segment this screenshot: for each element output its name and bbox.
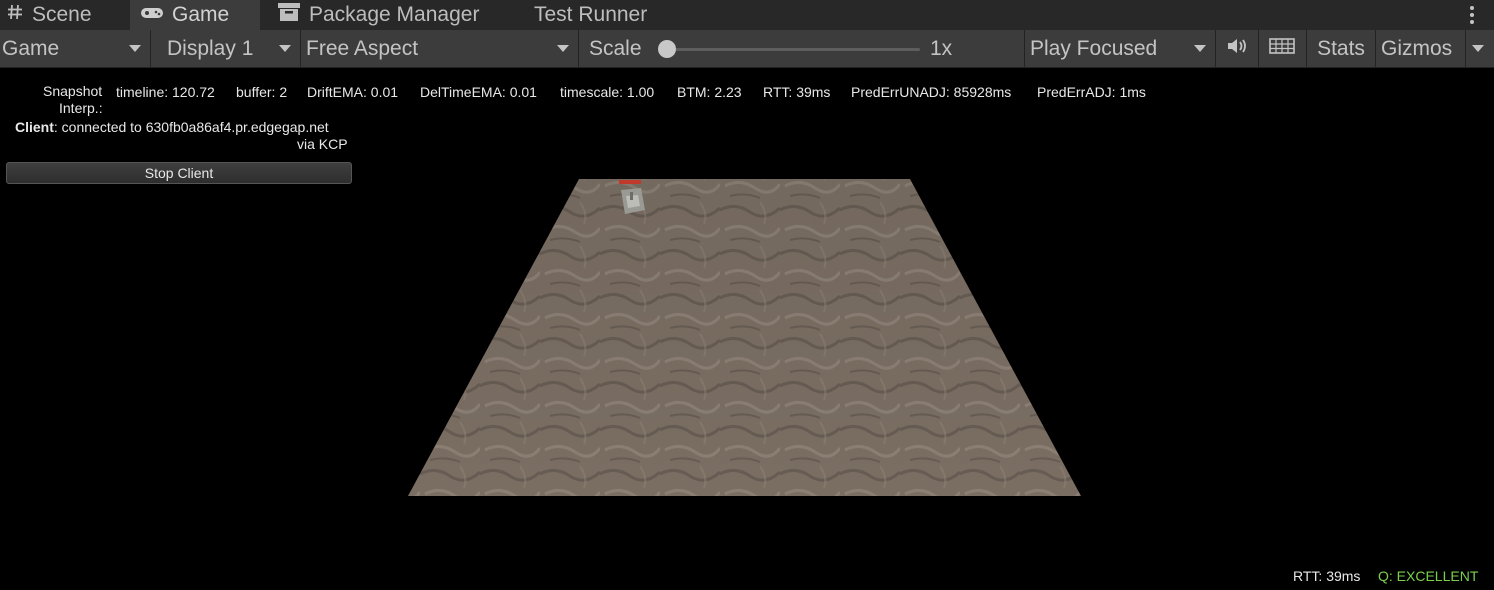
tab-game[interactable]: Game bbox=[130, 0, 260, 30]
gamepad-icon bbox=[140, 3, 164, 27]
toolbar-divider bbox=[150, 30, 151, 67]
view-mode-label: Game bbox=[2, 36, 60, 60]
mute-audio-button[interactable] bbox=[1216, 30, 1258, 67]
toolbar-divider bbox=[1465, 30, 1466, 67]
gizmos-label: Gizmos bbox=[1381, 36, 1453, 60]
stat-pred-err-unadj: PredErrUNADJ: 85928ms bbox=[851, 84, 1012, 100]
scale-label: Scale bbox=[589, 36, 642, 60]
stat-drift-ema: DriftEMA: 0.01 bbox=[307, 84, 399, 100]
stat-timeline: timeline: 120.72 bbox=[116, 84, 215, 100]
stop-client-button[interactable]: Stop Client bbox=[6, 162, 352, 184]
snapshot-label-line2: Interp.: bbox=[59, 100, 103, 116]
chevron-down-icon bbox=[1194, 45, 1206, 52]
client-transport: via KCP bbox=[297, 136, 348, 152]
tab-game-label: Game bbox=[172, 3, 230, 26]
display-dropdown[interactable]: Display 1 bbox=[167, 30, 297, 67]
hud-rtt: RTT: 39ms bbox=[1293, 568, 1361, 584]
stat-rtt: RTT: 39ms bbox=[763, 84, 831, 100]
toolbar-divider bbox=[300, 30, 301, 67]
hash-icon bbox=[6, 3, 24, 27]
stats-label: Stats bbox=[1317, 36, 1365, 60]
tab-scene-label: Scene bbox=[32, 3, 92, 26]
client-status: Client: connected to 630fb0a86af4.pr.edg… bbox=[15, 119, 329, 135]
speaker-icon bbox=[1226, 37, 1248, 61]
stat-deltime-ema: DelTimeEMA: 0.01 bbox=[420, 84, 537, 100]
stat-pred-err-adj: PredErrADJ: 1ms bbox=[1037, 84, 1146, 100]
tab-test-runner-label: Test Runner bbox=[534, 3, 648, 26]
chevron-down-icon bbox=[129, 45, 141, 52]
stat-buffer: buffer: 2 bbox=[236, 84, 288, 100]
play-mode-label: Play Focused bbox=[1030, 36, 1158, 60]
scale-value: 1x bbox=[930, 36, 953, 60]
chevron-down-icon bbox=[279, 45, 291, 52]
hud-connection-quality: Q: EXCELLENT bbox=[1378, 568, 1479, 584]
client-label: Client bbox=[15, 119, 54, 135]
view-mode-dropdown[interactable]: Game bbox=[2, 30, 148, 67]
editor-tab-strip: Scene Game Package Manager Test Runner bbox=[0, 0, 1494, 30]
keyboard-icon bbox=[1269, 37, 1295, 61]
stats-button[interactable]: Stats bbox=[1307, 30, 1375, 67]
gizmos-dropdown-chevron-icon[interactable] bbox=[1472, 45, 1484, 52]
stat-btm: BTM: 2.23 bbox=[677, 84, 742, 100]
shortcuts-button[interactable] bbox=[1259, 30, 1305, 67]
aspect-label: Free Aspect bbox=[306, 36, 419, 60]
tab-package-manager-label: Package Manager bbox=[309, 3, 480, 26]
display-label: Display 1 bbox=[167, 36, 254, 60]
aspect-dropdown[interactable]: Free Aspect bbox=[306, 30, 576, 67]
gizmos-button[interactable]: Gizmos bbox=[1381, 30, 1463, 67]
tab-scene[interactable]: Scene bbox=[0, 0, 128, 30]
play-mode-dropdown[interactable]: Play Focused bbox=[1030, 30, 1210, 67]
kebab-menu-icon[interactable] bbox=[1462, 3, 1482, 27]
scene-render bbox=[408, 179, 1081, 496]
stat-timescale: timescale: 1.00 bbox=[560, 84, 655, 100]
tab-package-manager[interactable]: Package Manager bbox=[275, 0, 520, 30]
tab-test-runner[interactable]: Test Runner bbox=[534, 0, 674, 30]
package-icon bbox=[277, 2, 301, 28]
chevron-down-icon bbox=[557, 45, 569, 52]
toolbar-divider bbox=[1024, 30, 1025, 67]
game-view-viewport[interactable]: Snapshot Interp.: timeline: 120.72 buffe… bbox=[0, 68, 1494, 590]
scale-slider-track[interactable] bbox=[666, 48, 920, 51]
toolbar-divider bbox=[1375, 30, 1376, 67]
scale-slider-handle[interactable] bbox=[658, 40, 676, 58]
snapshot-label-line1: Snapshot bbox=[43, 83, 103, 99]
toolbar-divider bbox=[578, 30, 579, 67]
client-connection-text: : connected to 630fb0a86af4.pr.edgegap.n… bbox=[53, 119, 329, 135]
